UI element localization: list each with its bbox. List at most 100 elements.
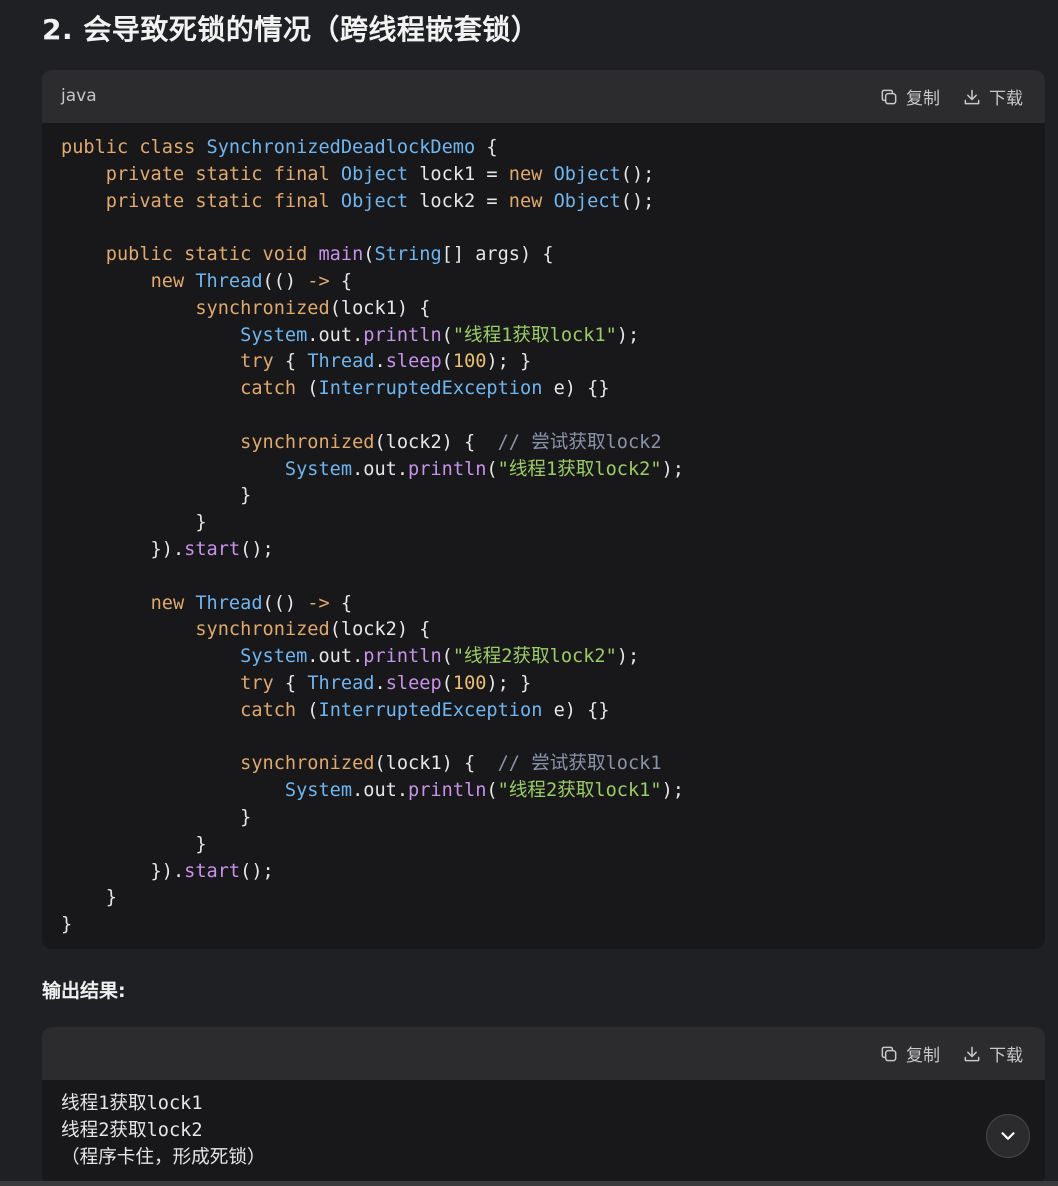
code-token: (() [262, 592, 308, 614]
code-token: lock1 = [408, 163, 509, 185]
code-token: catch [240, 699, 297, 721]
code-token: } [61, 914, 73, 936]
code-token: synchronized [195, 619, 330, 641]
code-token: // 尝试获取lock2 [497, 431, 662, 453]
code-block: java 复制 下载 public class SynchronizedDead… [42, 70, 1045, 949]
code-token: System [284, 780, 353, 802]
code-token: } [61, 806, 252, 828]
code-token: { [329, 592, 353, 614]
code-token: { [475, 137, 498, 158]
download-icon [964, 89, 980, 104]
code-line: }).start(); [61, 537, 1026, 564]
code-token: .out. [307, 646, 364, 668]
code-line: public class SynchronizedDeadlockDemo { [61, 135, 1026, 162]
code-token: -> [307, 592, 330, 614]
code-line: synchronized(lock1) { // 尝试获取lock1 [61, 751, 1026, 778]
code-line: new Thread(() -> { [61, 591, 1026, 618]
code-token: ( [486, 780, 498, 802]
code-token: "线程2获取lock1" [497, 780, 662, 802]
code-line: new Thread(() -> { [61, 269, 1026, 296]
code-token: .out. [352, 780, 409, 802]
code-line: System.out.println("线程1获取lock1"); [61, 323, 1026, 350]
code-line: private static final Object lock1 = new … [61, 162, 1026, 189]
code-token: (); [620, 163, 655, 185]
scroll-down-button[interactable] [986, 1114, 1030, 1158]
code-token: . [374, 351, 386, 373]
code-content: public class SynchronizedDeadlockDemo { … [42, 123, 1045, 949]
code-token: new [150, 592, 196, 614]
code-token: e) {} [542, 699, 610, 721]
code-token: "线程1获取lock1" [452, 324, 617, 346]
code-token: ( [486, 458, 498, 480]
code-token: sleep [385, 672, 442, 694]
code-token: ); } [486, 672, 532, 694]
code-token: Thread [195, 592, 263, 614]
code-token: 100 [452, 672, 487, 694]
download-label: 下载 [989, 89, 1023, 109]
code-token: ( [296, 378, 319, 400]
code-token: -> [307, 270, 330, 292]
code-token: (); [240, 538, 274, 560]
code-token: main [318, 244, 364, 266]
copy-icon [881, 89, 897, 104]
code-token: (); [240, 860, 274, 882]
code-token: Object [340, 190, 409, 212]
code-token: synchronized [240, 753, 375, 775]
code-token: start [184, 860, 241, 882]
code-token: Object [553, 163, 621, 185]
code-token: (); [620, 190, 655, 212]
output-label: 输出结果: [42, 980, 126, 1002]
code-line: } [61, 885, 1026, 912]
code-line: synchronized(lock2) { // 尝试获取lock2 [61, 430, 1026, 457]
code-token: [] args) { [441, 244, 554, 266]
code-actions: 复制 下载 [879, 70, 1023, 123]
code-token: . [374, 672, 386, 694]
code-line: synchronized(lock1) { [61, 296, 1026, 323]
code-token: .out. [352, 458, 409, 480]
code-token: System [240, 646, 308, 668]
code-token: new [508, 190, 554, 212]
output-download-button[interactable]: 下载 [962, 1041, 1023, 1066]
code-token: ( [441, 672, 453, 694]
code-token: { [273, 351, 308, 373]
code-line: try { Thread.sleep(100); } [61, 349, 1026, 376]
copy-button[interactable]: 复制 [879, 84, 940, 109]
download-button[interactable]: 下载 [962, 84, 1023, 109]
code-token: public static void [105, 244, 319, 266]
code-token: println [408, 458, 487, 480]
code-token: "线程1获取lock2" [497, 458, 662, 480]
code-token: lock2 = [408, 190, 509, 212]
code-token: println [408, 780, 487, 802]
code-token: Object [553, 190, 621, 212]
code-token: ( [441, 351, 453, 373]
output-line: 线程1获取lock1 [61, 1093, 203, 1114]
code-token: { [273, 672, 308, 694]
copy-icon [881, 1046, 897, 1061]
code-line: } [61, 483, 1026, 510]
code-token: String [374, 244, 442, 266]
code-line: System.out.println("线程1获取lock2"); [61, 457, 1026, 484]
code-token: ); } [486, 351, 532, 373]
section-heading: 2. 会导致死锁的情况（跨线程嵌套锁） [42, 13, 540, 46]
output-copy-button[interactable]: 复制 [879, 1041, 940, 1066]
code-token: System [284, 458, 353, 480]
code-token: new [508, 163, 554, 185]
code-token: .out. [307, 324, 364, 346]
bottom-divider [0, 1181, 1058, 1186]
code-line: } [61, 805, 1026, 832]
code-token: 100 [452, 351, 487, 373]
output-block-header: 复制 下载 [42, 1027, 1045, 1080]
